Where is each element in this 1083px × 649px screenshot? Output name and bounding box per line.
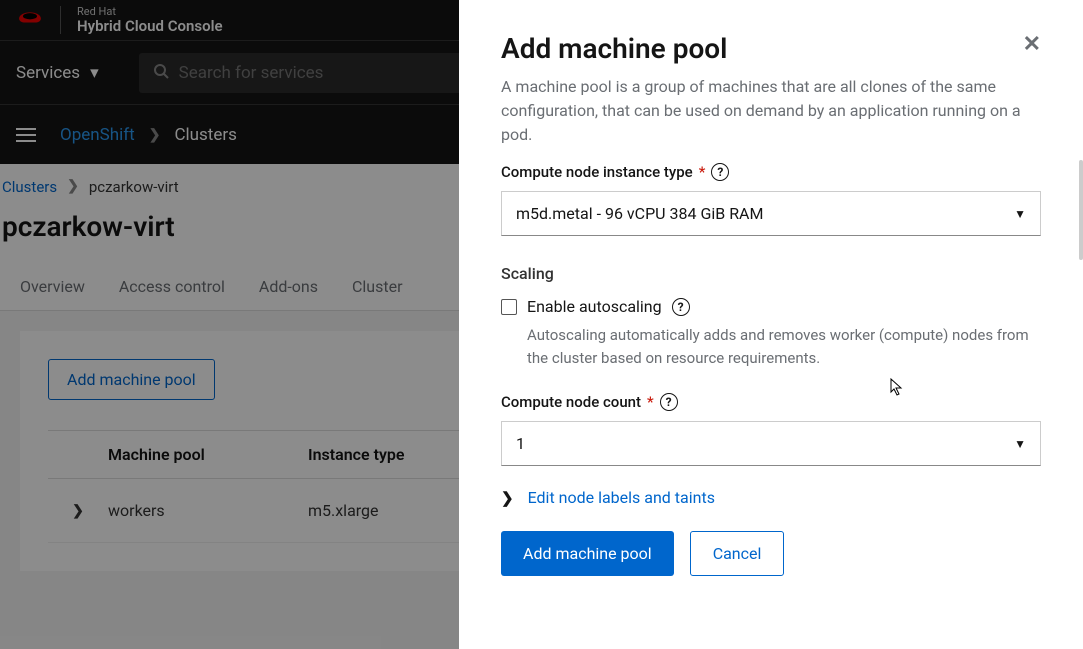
caret-down-icon: ▼ [1014, 207, 1026, 221]
add-machine-pool-modal: Add machine pool ✕ A machine pool is a g… [459, 0, 1083, 649]
modal-title: Add machine pool [501, 32, 727, 65]
node-count-label-text: Compute node count [501, 393, 641, 411]
chevron-right-icon: ❯ [501, 489, 514, 507]
instance-type-value: m5d.metal - 96 vCPU 384 GiB RAM [516, 204, 763, 223]
help-icon[interactable]: ? [672, 298, 690, 316]
cancel-button[interactable]: Cancel [690, 531, 785, 576]
instance-type-label-text: Compute node instance type [501, 163, 693, 181]
scaling-heading: Scaling [501, 264, 1041, 283]
instance-type-label: Compute node instance type * ? [501, 163, 1041, 181]
required-star-icon: * [647, 393, 654, 411]
help-icon[interactable]: ? [711, 163, 729, 181]
caret-down-icon: ▼ [1014, 437, 1026, 451]
modal-description: A machine pool is a group of machines th… [501, 75, 1041, 147]
edit-labels-taints-toggle[interactable]: ❯ Edit node labels and taints [501, 488, 1041, 507]
edit-labels-taints-label: Edit node labels and taints [528, 488, 715, 507]
node-count-select[interactable]: 1 ▼ [501, 421, 1041, 466]
modal-actions: Add machine pool Cancel [501, 531, 1041, 576]
autoscaling-checkbox[interactable] [501, 299, 517, 315]
scrollbar[interactable] [1079, 160, 1083, 260]
submit-button[interactable]: Add machine pool [501, 531, 674, 576]
help-icon[interactable]: ? [660, 393, 678, 411]
required-star-icon: * [699, 163, 706, 181]
instance-type-select[interactable]: m5d.metal - 96 vCPU 384 GiB RAM ▼ [501, 191, 1041, 236]
autoscaling-row: Enable autoscaling ? [501, 297, 1041, 316]
node-count-value: 1 [516, 434, 525, 453]
node-count-label: Compute node count * ? [501, 393, 1041, 411]
autoscaling-label: Enable autoscaling [527, 297, 662, 316]
close-icon[interactable]: ✕ [1023, 32, 1041, 57]
autoscaling-help-text: Autoscaling automatically adds and remov… [527, 324, 1041, 369]
